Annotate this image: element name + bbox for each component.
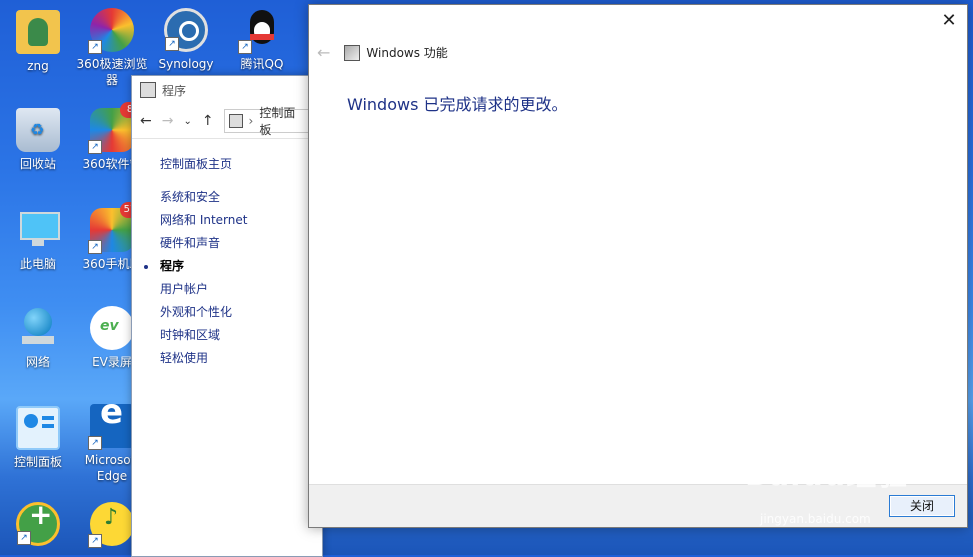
desktop-icon-control-panel[interactable]: 控制面板 xyxy=(0,406,76,470)
sidebar-item-ease-of-access[interactable]: 轻松使用 xyxy=(160,347,322,370)
sidebar-item-clock-region[interactable]: 时钟和区域 xyxy=(160,324,322,347)
breadcrumb[interactable]: 控制面板 xyxy=(259,104,307,138)
qq-penguin-icon: ↗ xyxy=(238,8,284,54)
shortcut-arrow-icon: ↗ xyxy=(88,534,102,548)
network-globe-icon xyxy=(16,306,60,350)
address-folder-icon xyxy=(228,114,243,128)
chevron-down-icon[interactable]: ⌄ xyxy=(183,116,191,127)
sidebar-item-system-security[interactable]: 系统和安全 xyxy=(160,186,322,209)
sidebar-item-appearance[interactable]: 外观和个性化 xyxy=(160,301,322,324)
baidu-watermark: Baidu经验 xyxy=(745,458,909,493)
desktop-icon-label: EV录屏 xyxy=(92,355,132,369)
desktop-icon-label: 网络 xyxy=(25,355,50,369)
dialog-title: Windows 功能 xyxy=(366,46,448,60)
music-player-icon: ♪ ↗ xyxy=(88,502,134,548)
desktop-icon-network[interactable]: 网络 xyxy=(0,306,76,370)
breadcrumb-separator-icon: › xyxy=(248,114,254,128)
control-panel-window-icon xyxy=(140,82,156,98)
desktop-icon-user-folder[interactable]: zng xyxy=(0,10,76,74)
forward-arrow-icon[interactable]: → xyxy=(162,113,174,129)
desktop-icon-synology[interactable]: ↗ Synology xyxy=(148,8,224,72)
desktop-icon-this-pc[interactable]: 此电脑 xyxy=(0,208,76,272)
shortcut-arrow-icon: ↗ xyxy=(238,40,252,54)
up-arrow-icon[interactable]: ↑ xyxy=(202,113,214,129)
desktop-icon-qq[interactable]: ↗ 腾讯QQ xyxy=(224,8,300,72)
close-button[interactable]: 关闭 xyxy=(889,495,955,517)
computer-monitor-icon xyxy=(16,208,60,252)
baidu-watermark-url: jingyan.baidu.com xyxy=(760,512,871,526)
user-folder-icon xyxy=(16,10,60,54)
sidebar-item-network-internet[interactable]: 网络和 Internet xyxy=(160,209,322,232)
windows-features-icon xyxy=(344,44,361,61)
control-panel-icon xyxy=(16,406,60,450)
desktop-icon-label: 腾讯QQ xyxy=(240,57,284,71)
sidebar-item-home[interactable]: 控制面板主页 xyxy=(160,153,322,176)
desktop-icon-label: zng xyxy=(27,59,49,73)
sidebar-item-hardware-sound[interactable]: 硬件和声音 xyxy=(160,232,322,255)
desktop-icon-label: Synology xyxy=(158,57,214,71)
ev-recorder-icon: ev xyxy=(90,306,134,350)
back-arrow-icon[interactable]: ← xyxy=(317,43,330,62)
green-plus-icon: + ↗ xyxy=(16,501,60,546)
360-browser-icon: ↗ xyxy=(88,8,134,54)
shortcut-arrow-icon: ↗ xyxy=(88,140,102,154)
synology-search-icon: ↗ xyxy=(164,8,208,52)
window-title: 程序 xyxy=(162,83,187,98)
dialog-header: ← Windows 功能 xyxy=(317,43,448,62)
360-mobile-assistant-icon: 57 ↗ xyxy=(88,202,140,254)
shortcut-arrow-icon: ↗ xyxy=(165,37,179,51)
back-arrow-icon[interactable]: ← xyxy=(140,113,152,129)
recycle-bin-icon: ♻ xyxy=(16,108,60,152)
close-icon[interactable]: ✕ xyxy=(939,11,959,31)
control-panel-sidebar: 控制面板主页 系统和安全 网络和 Internet 硬件和声音 程序 用户帐户 … xyxy=(132,139,322,370)
shortcut-arrow-icon: ↗ xyxy=(88,436,102,450)
edge-browser-icon: e ↗ xyxy=(88,395,134,450)
navigation-bar: ← → ⌄ ↑ › 控制面板 xyxy=(132,104,322,139)
shortcut-arrow-icon: ↗ xyxy=(17,531,31,545)
completion-message: Windows 已完成请求的更改。 xyxy=(347,95,568,114)
sidebar-item-programs[interactable]: 程序 xyxy=(144,255,322,278)
control-panel-titlebar[interactable]: 程序 xyxy=(132,76,322,104)
desktop-icon-label: 此电脑 xyxy=(19,257,56,271)
sidebar-item-user-accounts[interactable]: 用户帐户 xyxy=(160,278,322,301)
desktop-icon-label: 控制面板 xyxy=(13,455,62,469)
360-software-manager-icon: 8 ↗ xyxy=(88,102,140,154)
shortcut-arrow-icon: ↗ xyxy=(88,240,102,254)
shortcut-arrow-icon: ↗ xyxy=(88,40,102,54)
desktop-icon-green-plus[interactable]: + ↗ xyxy=(0,501,76,550)
control-panel-window: 程序 ← → ⌄ ↑ › 控制面板 控制面板主页 系统和安全 网络和 Inter… xyxy=(131,75,323,557)
desktop-icon-recycle-bin[interactable]: ♻ 回收站 xyxy=(0,108,76,172)
desktop-icon-label: 回收站 xyxy=(19,157,56,171)
